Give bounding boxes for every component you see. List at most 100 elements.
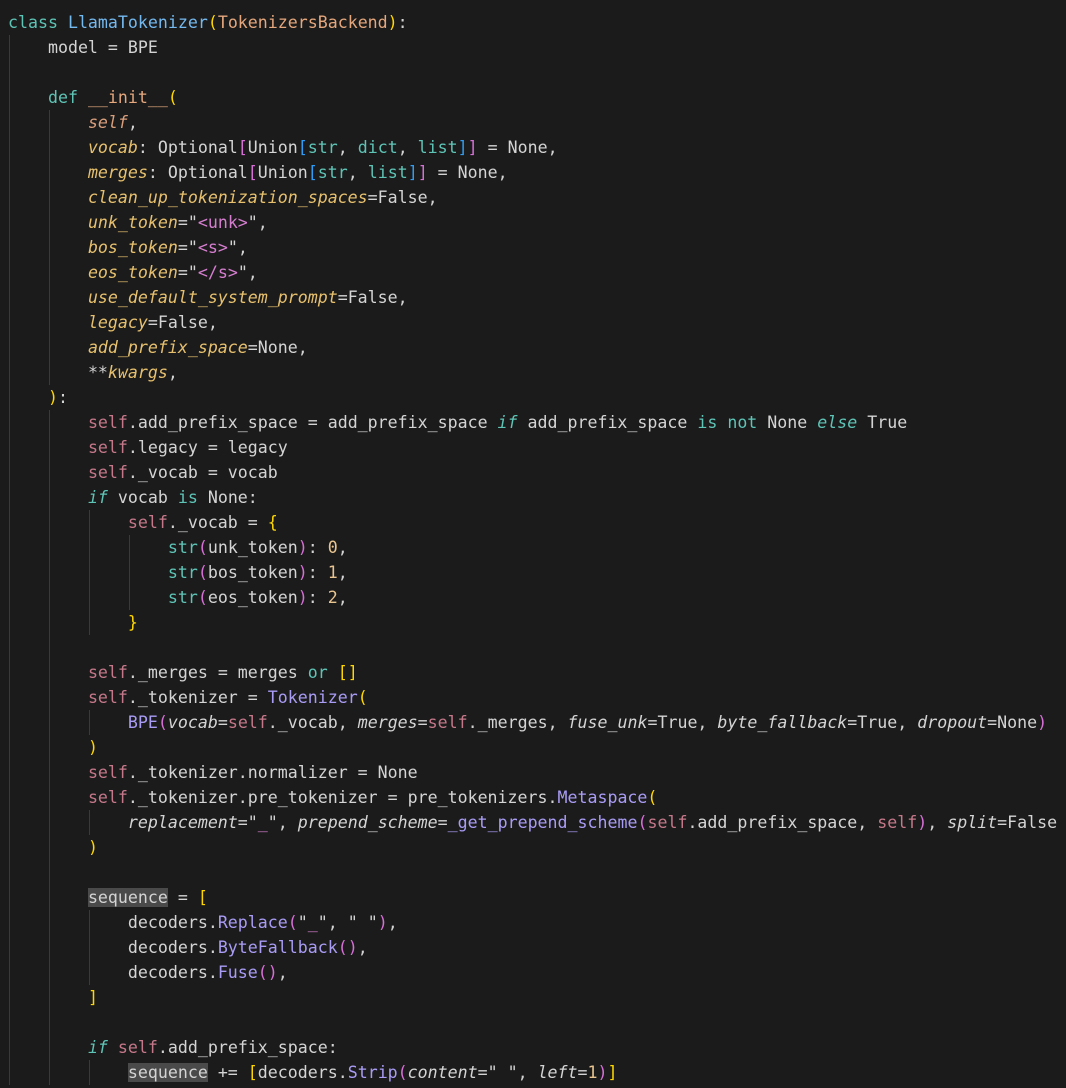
indent-guide (9, 835, 10, 860)
code-token: Metaspace (557, 788, 648, 807)
code-token: , (337, 538, 348, 557)
code-token: : Optional (147, 163, 248, 182)
code-line[interactable]: sequence += [decoders.Strip(content=" ",… (0, 1060, 1066, 1085)
code-token: or (307, 663, 328, 682)
code-line[interactable]: ] (0, 985, 1066, 1010)
code-token: ( (197, 588, 208, 607)
code-line[interactable]: unk_token="<unk>", (0, 210, 1066, 235)
code-line[interactable]: model = BPE (0, 35, 1066, 60)
indent-guide (49, 485, 50, 510)
code-line[interactable]: def __init__( (0, 85, 1066, 110)
code-token: ._tokenizer.pre_tokenizer = pre_tokenize… (127, 788, 558, 807)
indent-guide (9, 585, 10, 610)
code-token: self (87, 113, 128, 132)
code-token: ", (237, 263, 258, 282)
code-line[interactable]: decoders.ByteFallback(), (0, 935, 1066, 960)
indent-guide (49, 410, 50, 435)
code-line[interactable]: bos_token="<s>", (0, 235, 1066, 260)
indent-guide (9, 485, 10, 510)
code-line[interactable]: self._tokenizer.normalizer = None (0, 760, 1066, 785)
code-line[interactable]: merges: Optional[Union[str, list]] = Non… (0, 160, 1066, 185)
code-token: use_default_system_prompt (87, 288, 338, 307)
code-line[interactable]: ) (0, 835, 1066, 860)
code-line[interactable]: self._vocab = { (0, 510, 1066, 535)
code-line[interactable] (0, 60, 1066, 85)
code-token: decoders. (257, 1063, 348, 1082)
code-line[interactable]: vocab: Optional[Union[str, dict, list]] … (0, 135, 1066, 160)
code-line[interactable]: self, (0, 110, 1066, 135)
code-token: __init__ (87, 88, 168, 107)
indent-guide (9, 1010, 10, 1035)
code-token: 1 (327, 563, 338, 582)
indent-guide (49, 610, 50, 635)
code-token: ) (297, 538, 308, 557)
indent-guide (9, 685, 10, 710)
code-line[interactable]: BPE(vocab=self._vocab, merges=self._merg… (0, 710, 1066, 735)
code-line[interactable]: self.legacy = legacy (0, 435, 1066, 460)
code-line[interactable]: self._tokenizer = Tokenizer( (0, 685, 1066, 710)
code-line[interactable]: ) (0, 735, 1066, 760)
code-line[interactable]: } (0, 610, 1066, 635)
code-token: ", (227, 238, 248, 257)
indent-guide (9, 985, 10, 1010)
code-token: ._tokenizer.normalizer = None (127, 763, 418, 782)
code-line[interactable]: eos_token="</s>", (0, 260, 1066, 285)
code-line[interactable]: self._vocab = vocab (0, 460, 1066, 485)
code-token: add_prefix_space (517, 413, 698, 432)
code-line[interactable] (0, 635, 1066, 660)
code-token: =None, (247, 338, 308, 357)
code-editor[interactable]: class LlamaTokenizer(TokenizersBackend):… (0, 0, 1066, 1085)
code-token: .add_prefix_space, (687, 813, 878, 832)
code-token: list (417, 138, 458, 157)
code-token: ( (647, 788, 658, 807)
indent-guide (129, 585, 130, 610)
code-line[interactable]: class LlamaTokenizer(TokenizersBackend): (0, 10, 1066, 35)
code-line[interactable]: replacement="_", prepend_scheme=_get_pre… (0, 810, 1066, 835)
code-token: content (407, 1063, 478, 1082)
code-line[interactable]: use_default_system_prompt=False, (0, 285, 1066, 310)
code-line[interactable]: **kwargs, (0, 360, 1066, 385)
code-line[interactable]: str(bos_token): 1, (0, 560, 1066, 585)
code-line[interactable]: decoders.Fuse(), (0, 960, 1066, 985)
code-line[interactable]: self.add_prefix_space = add_prefix_space… (0, 410, 1066, 435)
code-token: ] (407, 163, 418, 182)
code-line[interactable]: if self.add_prefix_space: (0, 1035, 1066, 1060)
code-line[interactable]: self._tokenizer.pre_tokenizer = pre_toke… (0, 785, 1066, 810)
code-line[interactable] (0, 1010, 1066, 1035)
code-token: : Optional (137, 138, 238, 157)
code-token: str (167, 538, 198, 557)
code-token: = None, (477, 138, 558, 157)
code-line[interactable]: ): (0, 385, 1066, 410)
indent-guide (49, 860, 50, 885)
code-token: ] (607, 1063, 618, 1082)
code-line[interactable]: str(eos_token): 2, (0, 585, 1066, 610)
code-token: decoders. (127, 913, 218, 932)
code-token: </s> (197, 263, 238, 282)
code-line[interactable]: str(unk_token): 0, (0, 535, 1066, 560)
code-token: ) (597, 1063, 608, 1082)
indent-guide (89, 585, 90, 610)
code-line[interactable] (0, 860, 1066, 885)
code-line[interactable]: decoders.Replace("_", " "), (0, 910, 1066, 935)
code-token: ] (457, 138, 468, 157)
code-token: .add_prefix_space: (157, 1038, 338, 1057)
code-line[interactable]: legacy=False, (0, 310, 1066, 335)
indent-guide (89, 710, 90, 735)
code-token: } (127, 613, 138, 632)
code-token: =False (997, 813, 1058, 832)
code-line[interactable]: add_prefix_space=None, (0, 335, 1066, 360)
indent-guide (9, 635, 10, 660)
code-token: ._vocab, (267, 713, 358, 732)
code-token: =" (177, 213, 198, 232)
code-token: vocab (167, 713, 218, 732)
code-line[interactable]: if vocab is None: (0, 485, 1066, 510)
code-line[interactable]: clean_up_tokenization_spaces=False, (0, 185, 1066, 210)
code-line[interactable]: sequence = [ (0, 885, 1066, 910)
code-token: ) (1037, 713, 1048, 732)
code-line[interactable]: self._merges = merges or [] (0, 660, 1066, 685)
code-token: is (177, 488, 198, 507)
